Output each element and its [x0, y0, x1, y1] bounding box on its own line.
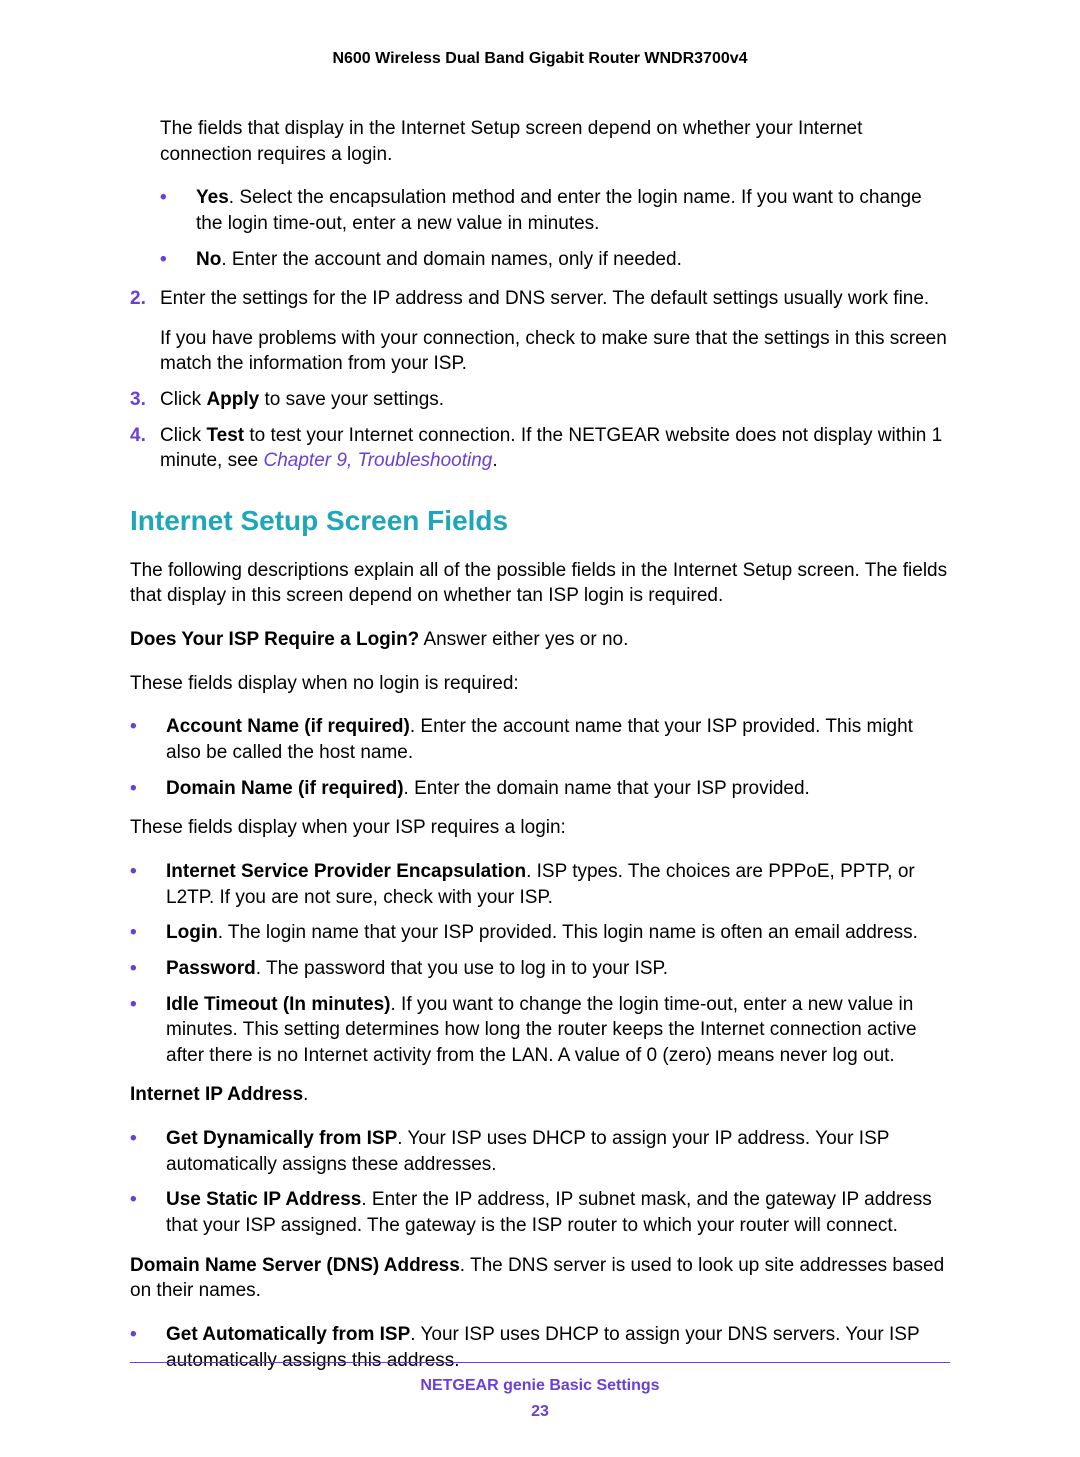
footer-page-number: 23	[130, 1403, 950, 1421]
dns-auto-bold: Get Automatically from ISP	[166, 1324, 410, 1345]
bullet-icon: •	[130, 859, 166, 910]
yes-label: Yes	[196, 187, 229, 208]
login-text: . The login name that your ISP provided.…	[218, 922, 918, 943]
bullet-icon: •	[130, 992, 166, 1069]
step-4: 4. Click Test to test your Internet conn…	[130, 423, 950, 474]
bullet-icon: •	[130, 956, 166, 982]
dns-list: • Get Automatically from ISP. Your ISP u…	[130, 1322, 950, 1373]
domain-name-text: . Enter the domain name that your ISP pr…	[404, 778, 810, 799]
bullet-icon: •	[160, 185, 196, 236]
page-footer: NETGEAR genie Basic Settings 23	[130, 1377, 950, 1421]
bullet-icon: •	[130, 714, 166, 765]
password-bold: Password	[166, 958, 256, 979]
yes-text: . Select the encapsulation method and en…	[196, 187, 922, 234]
document-page: N600 Wireless Dual Band Gigabit Router W…	[0, 0, 1080, 1457]
bullet-icon: •	[130, 776, 166, 802]
list-item-text: No. Enter the account and domain names, …	[196, 247, 950, 273]
isp-login-question: Does Your ISP Require a Login? Answer ei…	[130, 627, 950, 653]
domain-name-bold: Domain Name (if required)	[166, 778, 404, 799]
list-item-text: Yes. Select the encapsulation method and…	[196, 185, 950, 236]
step-number: 4.	[130, 423, 160, 474]
idle-bold: Idle Timeout (In minutes)	[166, 994, 391, 1015]
troubleshooting-link[interactable]: Chapter 9, Troubleshooting	[264, 450, 493, 471]
step-4-pre: Click	[160, 425, 206, 446]
step-2: 2. Enter the settings for the IP address…	[130, 286, 950, 377]
login-list: • Internet Service Provider Encapsulatio…	[130, 859, 950, 1068]
section-intro: The following descriptions explain all o…	[130, 558, 950, 609]
list-item: • Login. The login name that your ISP pr…	[130, 920, 950, 946]
no-label: No	[196, 249, 221, 270]
step-number: 3.	[130, 387, 160, 413]
ip-heading: Internet IP Address.	[130, 1082, 950, 1108]
account-name-bold: Account Name (if required)	[166, 716, 410, 737]
list-item-text: Domain Name (if required). Enter the dom…	[166, 776, 950, 802]
list-item: • Password. The password that you use to…	[130, 956, 950, 982]
step-4-post: .	[492, 450, 497, 471]
list-item: • Idle Timeout (In minutes). If you want…	[130, 992, 950, 1069]
list-item-text: Use Static IP Address. Enter the IP addr…	[166, 1187, 950, 1238]
list-item-text: Account Name (if required). Enter the ac…	[166, 714, 950, 765]
intro-paragraph: The fields that display in the Internet …	[160, 116, 950, 167]
bullet-icon: •	[160, 247, 196, 273]
step-2-text: Enter the settings for the IP address an…	[160, 288, 929, 309]
static-bold: Use Static IP Address	[166, 1189, 361, 1210]
step-3-pre: Click	[160, 389, 206, 410]
list-item: • Yes. Select the encapsulation method a…	[160, 185, 950, 236]
step-body: Enter the settings for the IP address an…	[160, 286, 950, 377]
encap-bold: Internet Service Provider Encapsulation	[166, 861, 526, 882]
isp-login-bold: Does Your ISP Require a Login?	[130, 629, 419, 650]
step-3-post: to save your settings.	[259, 389, 444, 410]
step-body: Click Test to test your Internet connect…	[160, 423, 950, 474]
footer-rule	[130, 1362, 950, 1363]
password-text: . The password that you use to log in to…	[256, 958, 668, 979]
bullet-icon: •	[130, 1187, 166, 1238]
list-item-text: Internet Service Provider Encapsulation.…	[166, 859, 950, 910]
step-number: 2.	[130, 286, 160, 377]
ip-heading-bold: Internet IP Address	[130, 1084, 303, 1105]
no-login-list: • Account Name (if required). Enter the …	[130, 714, 950, 801]
list-item: • Internet Service Provider Encapsulatio…	[130, 859, 950, 910]
login-intro: These fields display when your ISP requi…	[130, 815, 950, 841]
no-text: . Enter the account and domain names, on…	[221, 249, 682, 270]
step-3-bold: Apply	[206, 389, 259, 410]
list-item: • Get Dynamically from ISP. Your ISP use…	[130, 1126, 950, 1177]
yes-no-list: • Yes. Select the encapsulation method a…	[160, 185, 950, 272]
isp-login-text: Answer either yes or no.	[419, 629, 628, 650]
dns-heading: Domain Name Server (DNS) Address. The DN…	[130, 1253, 950, 1304]
list-item-text: Get Automatically from ISP. Your ISP use…	[166, 1322, 950, 1373]
dns-heading-bold: Domain Name Server (DNS) Address	[130, 1255, 460, 1276]
list-item-text: Idle Timeout (In minutes). If you want t…	[166, 992, 950, 1069]
section-heading: Internet Setup Screen Fields	[130, 502, 950, 540]
ip-heading-post: .	[303, 1084, 308, 1105]
page-header: N600 Wireless Dual Band Gigabit Router W…	[130, 50, 950, 68]
list-item: • Use Static IP Address. Enter the IP ad…	[130, 1187, 950, 1238]
bullet-icon: •	[130, 1126, 166, 1177]
no-login-intro: These fields display when no login is re…	[130, 671, 950, 697]
dyn-bold: Get Dynamically from ISP	[166, 1128, 397, 1149]
list-item: • Account Name (if required). Enter the …	[130, 714, 950, 765]
ip-list: • Get Dynamically from ISP. Your ISP use…	[130, 1126, 950, 1239]
list-item-text: Password. The password that you use to l…	[166, 956, 950, 982]
step-2-sub: If you have problems with your connectio…	[160, 326, 950, 377]
list-item: • No. Enter the account and domain names…	[160, 247, 950, 273]
login-bold: Login	[166, 922, 218, 943]
step-body: Click Apply to save your settings.	[160, 387, 950, 413]
list-item: • Get Automatically from ISP. Your ISP u…	[130, 1322, 950, 1373]
footer-title: NETGEAR genie Basic Settings	[130, 1377, 950, 1395]
list-item-text: Login. The login name that your ISP prov…	[166, 920, 950, 946]
bullet-icon: •	[130, 920, 166, 946]
step-4-bold: Test	[206, 425, 244, 446]
bullet-icon: •	[130, 1322, 166, 1373]
list-item-text: Get Dynamically from ISP. Your ISP uses …	[166, 1126, 950, 1177]
step-3: 3. Click Apply to save your settings.	[130, 387, 950, 413]
list-item: • Domain Name (if required). Enter the d…	[130, 776, 950, 802]
body: The fields that display in the Internet …	[130, 116, 950, 1373]
